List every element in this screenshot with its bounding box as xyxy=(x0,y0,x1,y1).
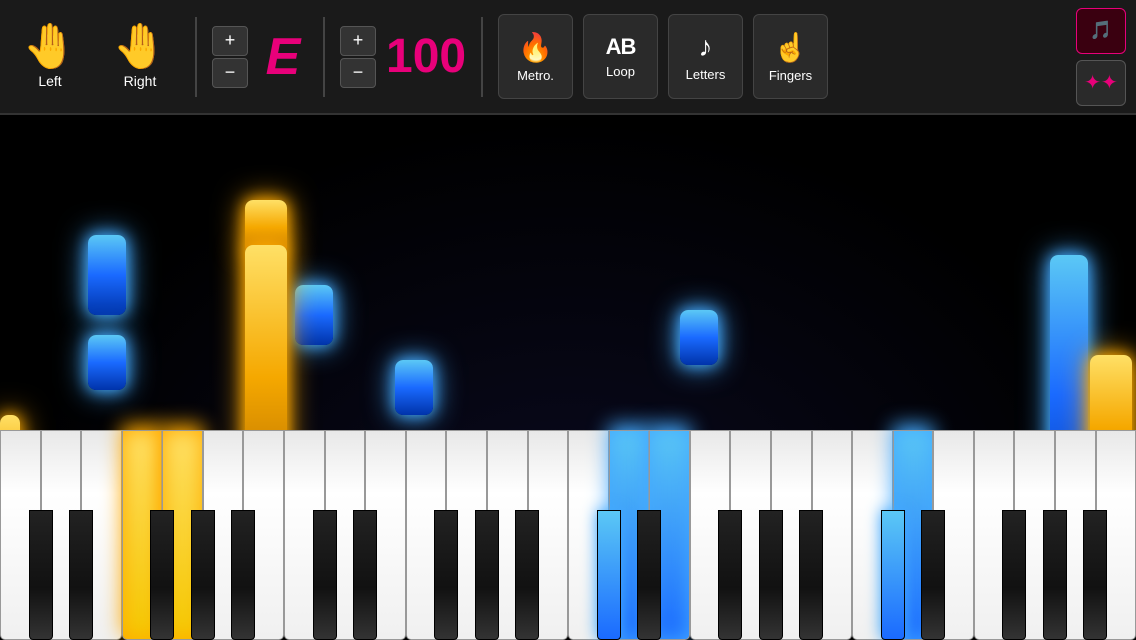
letters-button[interactable]: ♪ Letters xyxy=(668,14,743,99)
black-key[interactable] xyxy=(191,510,215,640)
tempo-selector: + − xyxy=(340,26,376,88)
tempo-plus-button[interactable]: + xyxy=(340,26,376,56)
black-key[interactable] xyxy=(799,510,823,640)
right-icons: 🎵 ✦✦ xyxy=(1076,8,1126,106)
notes-active-button[interactable]: 🎵 xyxy=(1076,8,1126,54)
notes-active-icon: 🎵 xyxy=(1090,20,1112,41)
note-plus-button[interactable]: + xyxy=(212,26,248,56)
separator-1 xyxy=(195,17,197,97)
dots-button[interactable]: ✦✦ xyxy=(1076,60,1126,106)
toolbar: 🤚 Left 🤚 Right + − E + − 100 🔥 Metro. AB… xyxy=(0,0,1136,115)
black-key[interactable] xyxy=(921,510,945,640)
black-key[interactable] xyxy=(759,510,783,640)
metro-label: Metro. xyxy=(517,68,554,83)
black-key[interactable] xyxy=(1043,510,1067,640)
letters-label: Letters xyxy=(686,67,726,82)
black-key[interactable] xyxy=(29,510,53,640)
black-key[interactable] xyxy=(881,510,905,640)
loop-icon: AB xyxy=(606,34,636,60)
right-hand-label: Right xyxy=(124,73,157,89)
separator-3 xyxy=(481,17,483,97)
left-hand-button[interactable]: 🤚 Left xyxy=(10,25,90,89)
black-key[interactable] xyxy=(69,510,93,640)
falling-note xyxy=(88,335,126,390)
black-key[interactable] xyxy=(353,510,377,640)
left-hand-label: Left xyxy=(38,73,61,89)
black-key[interactable] xyxy=(1002,510,1026,640)
note-display: E xyxy=(258,27,308,87)
black-key[interactable] xyxy=(313,510,337,640)
note-minus-button[interactable]: − xyxy=(212,58,248,88)
loop-button[interactable]: AB Loop xyxy=(583,14,658,99)
falling-note xyxy=(680,310,718,365)
metro-icon: 🔥 xyxy=(518,31,553,64)
letters-icon: ♪ xyxy=(699,31,713,63)
black-key[interactable] xyxy=(231,510,255,640)
black-key[interactable] xyxy=(515,510,539,640)
black-key[interactable] xyxy=(475,510,499,640)
right-hand-button[interactable]: 🤚 Right xyxy=(100,25,180,89)
left-hand-icon: 🤚 xyxy=(23,25,78,69)
falling-note xyxy=(88,235,126,315)
note-selector: + − xyxy=(212,26,248,88)
fingers-icon: ☝ xyxy=(773,31,808,64)
black-key[interactable] xyxy=(597,510,621,640)
loop-label: Loop xyxy=(606,64,635,79)
fingers-label: Fingers xyxy=(769,68,812,83)
metro-button[interactable]: 🔥 Metro. xyxy=(498,14,573,99)
tempo-minus-button[interactable]: − xyxy=(340,58,376,88)
black-key[interactable] xyxy=(150,510,174,640)
right-hand-icon: 🤚 xyxy=(113,25,168,69)
falling-note xyxy=(295,285,333,345)
black-key[interactable] xyxy=(637,510,661,640)
fingers-button[interactable]: ☝ Fingers xyxy=(753,14,828,99)
dots-icon: ✦✦ xyxy=(1084,70,1118,95)
falling-note xyxy=(395,360,433,415)
black-key[interactable] xyxy=(434,510,458,640)
separator-2 xyxy=(323,17,325,97)
piano-keyboard xyxy=(0,430,1136,640)
black-key[interactable] xyxy=(1083,510,1107,640)
tempo-display: 100 xyxy=(386,29,466,84)
black-key[interactable] xyxy=(718,510,742,640)
piano-area: ✦ ✧ ✦ ✦ ✧ ✧ ✦ ✦ ✧ xyxy=(0,115,1136,640)
